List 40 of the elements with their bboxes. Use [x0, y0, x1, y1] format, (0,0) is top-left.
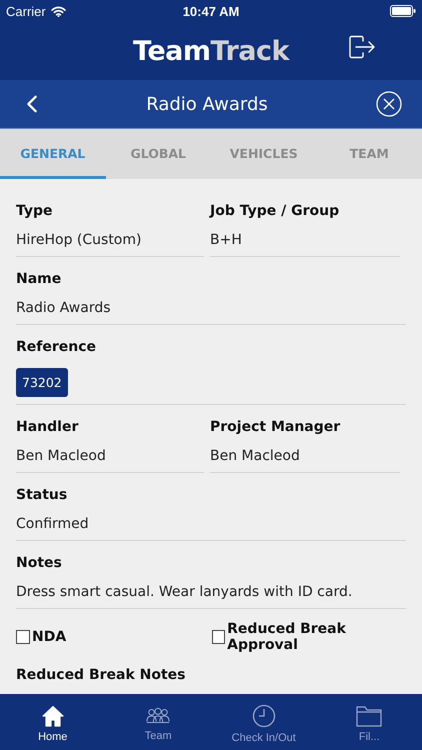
field-label: Reduced Break Notes	[16, 666, 186, 685]
field-value: Radio Awards	[16, 299, 111, 318]
field-value: B+H	[210, 231, 242, 250]
field-label: Job Type / Group	[210, 202, 340, 221]
checkbox[interactable]	[212, 630, 226, 644]
clock-time: 10:47 AM	[182, 4, 240, 18]
tab-bar-item[interactable]: Check In/Out	[211, 694, 316, 750]
tab[interactable]: GENERAL	[0, 129, 106, 179]
close-icon[interactable]	[376, 91, 402, 117]
field-label: Name	[16, 270, 62, 289]
field-label: Notes	[16, 554, 62, 573]
reference-number: 73202	[16, 368, 68, 397]
field-value: Dress smart casual. Wear lanyards with ID card.	[16, 583, 352, 602]
field-value: HireHop (Custom)	[16, 231, 142, 250]
tab-bar-item[interactable]: Team	[106, 694, 211, 750]
logo-text: Team	[133, 36, 211, 66]
logo-text: Track	[210, 36, 289, 66]
folder-icon	[356, 704, 382, 726]
field-value: Ben Macleod	[16, 447, 106, 466]
field-label: Type	[16, 202, 53, 221]
field-value: Ben Macleod	[210, 447, 300, 466]
logout-icon[interactable]	[348, 35, 376, 59]
carrier-text: Carrier	[6, 4, 46, 18]
tab-bar-item[interactable]: Home	[0, 694, 106, 750]
battery-icon	[390, 5, 416, 17]
field-value: Confirmed	[16, 515, 89, 534]
checkbox-label: NDA	[32, 629, 66, 645]
field-label: Handler	[16, 418, 78, 437]
people-icon	[146, 706, 170, 726]
tab-bar-item[interactable]: Fil...	[316, 694, 422, 750]
field-label: Reference	[16, 338, 96, 357]
page-title: Radio Awards	[146, 94, 268, 114]
field-label: Status	[16, 486, 68, 505]
back-icon[interactable]	[26, 95, 38, 113]
checkbox[interactable]	[16, 630, 30, 644]
wifi-icon	[50, 6, 66, 16]
checkbox-label: Reduced Break Approval	[227, 621, 347, 653]
field-label: Project Manager	[210, 418, 340, 437]
clock-icon	[252, 704, 276, 728]
home-icon	[42, 704, 64, 726]
